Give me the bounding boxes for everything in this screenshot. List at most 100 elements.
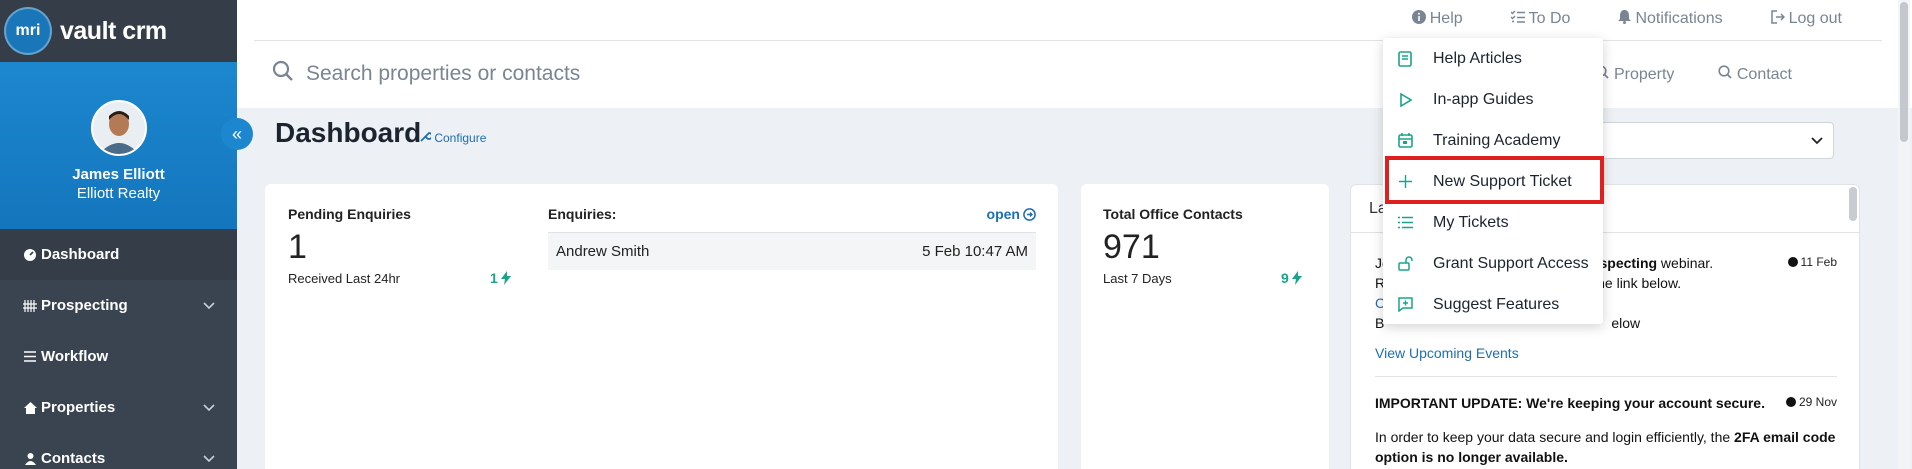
menu-item-label: My Tickets xyxy=(1433,213,1509,231)
menu-item-label: Grant Support Access xyxy=(1433,254,1589,272)
search-icon xyxy=(272,60,294,88)
filter-contact-button[interactable]: Contact xyxy=(1718,64,1792,84)
news-text: In order to keep your data secure and lo… xyxy=(1375,429,1735,445)
office-fast-badge[interactable]: 9 xyxy=(1281,270,1302,286)
menu-item-help-articles[interactable]: Help Articles xyxy=(1383,38,1603,79)
sidebar-item-prospecting[interactable]: Prospecting xyxy=(0,280,237,331)
info-icon xyxy=(1411,9,1426,29)
search-bar: Property Contact xyxy=(237,41,1912,107)
page-title: Dashboard xyxy=(275,117,422,148)
user-company: Elliott Realty xyxy=(76,185,161,202)
pending-count: 1 xyxy=(288,228,307,266)
sidebar-item-workflow[interactable]: Workflow xyxy=(0,331,237,382)
lightning-icon xyxy=(500,271,511,285)
sidebar-item-properties[interactable]: Properties xyxy=(0,382,237,433)
sidebar-item-dashboard[interactable]: Dashboard xyxy=(0,229,237,280)
list-icon xyxy=(23,351,37,362)
avatar-image xyxy=(92,102,145,154)
menu-item-training-academy[interactable]: Training Academy xyxy=(1383,120,1603,161)
news-title: IMPORTANT UPDATE: We're keeping your acc… xyxy=(1375,395,1765,411)
enquiries-label: Enquiries: xyxy=(548,206,617,222)
sidebar-item-label: Contacts xyxy=(41,450,106,467)
pending-fast-count: 1 xyxy=(490,270,498,286)
sidebar-item-label: Properties xyxy=(41,399,116,416)
person-icon xyxy=(23,452,37,465)
avatar[interactable] xyxy=(90,100,147,156)
wrench-icon xyxy=(420,132,433,142)
logout-label: Log out xyxy=(1788,10,1842,27)
menu-item-label: Suggest Features xyxy=(1433,295,1560,313)
collapse-sidebar-button[interactable]: « xyxy=(221,118,253,150)
pending-sub: Received Last 24hr xyxy=(288,271,401,286)
play-icon xyxy=(1397,92,1413,108)
menu-item-label: In-app Guides xyxy=(1433,90,1534,108)
plus-icon xyxy=(1397,174,1413,190)
checklist-icon xyxy=(1510,10,1525,28)
news-date-text: 11 Feb xyxy=(1800,255,1837,269)
user-profile: James Elliott Elliott Realty xyxy=(0,62,237,229)
mri-logo: mri xyxy=(4,7,52,55)
search-filters: Property Contact xyxy=(1595,64,1792,84)
menu-item-new-support-ticket[interactable]: New Support Ticket xyxy=(1383,161,1603,202)
bell-icon xyxy=(1618,9,1632,29)
menu-item-my-tickets[interactable]: My Tickets xyxy=(1383,202,1603,243)
chevron-down-icon xyxy=(1811,136,1823,144)
brand[interactable]: mri vault crm xyxy=(0,0,237,62)
top-nav: Help To Do Notifications Log out xyxy=(1411,0,1842,38)
search-input[interactable] xyxy=(306,62,1206,86)
menu-item-suggest-features[interactable]: Suggest Features xyxy=(1383,284,1603,325)
help-link[interactable]: Help xyxy=(1411,9,1463,29)
menu-item-in-app-guides[interactable]: In-app Guides xyxy=(1383,79,1603,120)
notifications-label: Notifications xyxy=(1635,10,1723,27)
news-date: 29 Nov xyxy=(1785,395,1837,409)
menu-item-grant-support-access[interactable]: Grant Support Access xyxy=(1383,243,1603,284)
news-text: elow xyxy=(1611,315,1641,331)
help-label: Help xyxy=(1429,10,1463,27)
configure-label: Configure xyxy=(434,131,487,145)
book-icon xyxy=(1397,50,1413,67)
calendar-icon xyxy=(1397,133,1413,149)
sidebar-item-label: Prospecting xyxy=(41,297,128,314)
configure-link[interactable]: Configure xyxy=(420,131,486,145)
enquiry-name: Andrew Smith xyxy=(556,243,650,260)
sidebar-item-label: Workflow xyxy=(41,348,109,365)
scrollbar-thumb[interactable] xyxy=(1900,2,1908,142)
pending-enquiries-card: Pending Enquiries 1 Received Last 24hr 1… xyxy=(265,184,1058,469)
menu-item-label: Training Academy xyxy=(1433,131,1561,149)
chevron-down-icon xyxy=(203,451,215,466)
pending-fast-badge[interactable]: 1 xyxy=(490,270,511,286)
menu-item-label: New Support Ticket xyxy=(1433,172,1572,190)
help-dropdown-menu: Help Articles In-app Guides Training Aca… xyxy=(1383,38,1604,325)
office-fast-count: 9 xyxy=(1281,270,1289,286)
dashboard-icon xyxy=(23,248,37,261)
news-text: webinar. xyxy=(1657,255,1714,271)
todo-link[interactable]: To Do xyxy=(1510,10,1570,28)
prospecting-icon xyxy=(23,299,37,312)
view-upcoming-events-link[interactable]: View Upcoming Events xyxy=(1375,345,1519,361)
page-scrollbar[interactable] xyxy=(1898,0,1910,469)
enquiries-open-link[interactable]: open xyxy=(987,206,1036,222)
card-scrollbar[interactable] xyxy=(1849,187,1857,221)
double-chevron-left-icon: « xyxy=(231,123,242,144)
sidebar-item-label: Dashboard xyxy=(41,246,120,263)
notifications-link[interactable]: Notifications xyxy=(1618,9,1723,29)
logout-link[interactable]: Log out xyxy=(1770,9,1842,29)
sidebar-item-contacts[interactable]: Contacts xyxy=(0,433,237,469)
top-bar: Help To Do Notifications Log out Search … xyxy=(237,0,1912,108)
filter-property-button[interactable]: Property xyxy=(1595,64,1675,84)
news-date: 11 Feb xyxy=(1787,255,1837,269)
clock-icon xyxy=(1787,257,1798,267)
news-text: ne link below. xyxy=(1597,275,1682,291)
news-item-security: IMPORTANT UPDATE: We're keeping your acc… xyxy=(1375,393,1837,467)
news-date-text: 29 Nov xyxy=(1798,395,1837,409)
lightning-icon xyxy=(1291,271,1302,285)
filter-property-label: Property xyxy=(1613,65,1675,83)
table-row[interactable]: Andrew Smith 5 Feb 10:47 AM xyxy=(548,232,1036,270)
chevron-down-icon xyxy=(203,298,215,313)
office-sub: Last 7 Days xyxy=(1103,271,1172,286)
app-name: vault crm xyxy=(60,16,167,45)
unlock-icon xyxy=(1397,256,1413,272)
office-contacts-card: Total Office Contacts 971 Last 7 Days 9 xyxy=(1081,184,1329,469)
suggest-icon xyxy=(1397,297,1413,313)
logout-icon xyxy=(1770,9,1785,29)
